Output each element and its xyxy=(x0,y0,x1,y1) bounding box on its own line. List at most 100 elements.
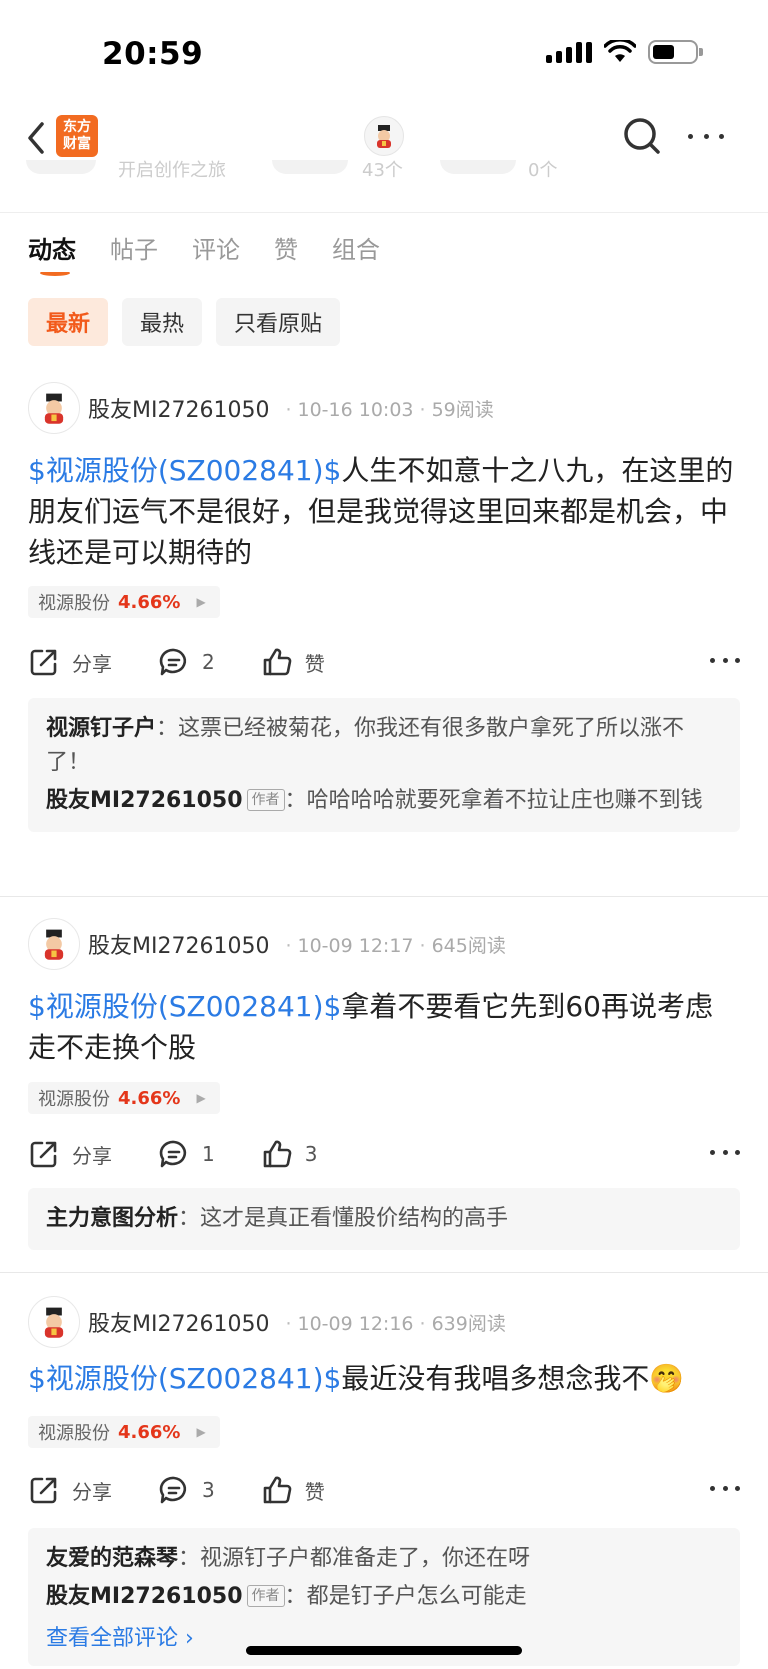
stock-tag-name: 视源股份 xyxy=(38,593,110,614)
stock-tag-name: 视源股份 xyxy=(38,1423,110,1444)
share-button[interactable]: 分享 xyxy=(28,1474,112,1506)
cellular-signal-icon xyxy=(546,41,592,63)
stock-tag-change: 4.66% xyxy=(118,1087,181,1109)
comment-preview[interactable]: 视源钉子户：这票已经被菊花，你我还有很多散户拿死了所以涨不了！ 股友MI2726… xyxy=(28,698,740,832)
post-date: 10-09 12:16 xyxy=(297,1312,414,1335)
filter-hottest[interactable]: 最热 xyxy=(122,298,203,346)
post-text[interactable]: $视源股份(SZ002841)$拿着不要看它先到60再说考虑走不走换个股 xyxy=(28,986,740,1068)
back-icon[interactable] xyxy=(22,118,52,158)
comment-button[interactable]: 2 xyxy=(158,646,215,678)
battery-icon xyxy=(648,40,703,64)
author-avatar[interactable] xyxy=(28,918,80,970)
tab-comments[interactable]: 评论 xyxy=(192,230,240,274)
post-separator xyxy=(0,1272,768,1273)
commenter-name[interactable]: 主力意图分析 xyxy=(46,1206,178,1231)
post-date: 10-16 10:03 xyxy=(297,398,414,421)
post-header: 股友MI27261050 · 10-09 12:16 · 639阅读 xyxy=(28,1296,506,1348)
stock-link[interactable]: $视源股份(SZ002841)$ xyxy=(28,454,341,487)
post-more-icon[interactable] xyxy=(710,1486,740,1491)
tab-likes[interactable]: 赞 xyxy=(274,230,298,274)
post-header: 股友MI27261050 · 10-09 12:17 · 645阅读 xyxy=(28,918,506,970)
stock-tag-name: 视源股份 xyxy=(38,1089,110,1110)
fortune-god-avatar-icon xyxy=(44,1307,64,1338)
comment-item: 主力意图分析：这才是真正看懂股价结构的高手 xyxy=(46,1206,509,1231)
like-button[interactable]: 3 xyxy=(261,1138,317,1170)
fortune-god-avatar-icon xyxy=(377,125,391,148)
share-icon xyxy=(30,1477,57,1504)
read-count: 639阅读 xyxy=(431,1312,506,1335)
more-options-icon[interactable] xyxy=(684,116,728,156)
tab-posts[interactable]: 帖子 xyxy=(110,230,158,274)
post-text[interactable]: $视源股份(SZ002841)$最近没有我唱多想念我不🤭 xyxy=(28,1358,740,1399)
like-button[interactable]: 赞 xyxy=(261,1474,325,1506)
status-icons xyxy=(546,40,703,64)
comment-item: 股友MI27261050 作者 ：都是钉子户怎么可能走 xyxy=(46,1584,527,1609)
comment-icon xyxy=(159,648,187,676)
tab-active-indicator xyxy=(40,270,70,276)
sort-filters: 最新 最热 只看原贴 xyxy=(28,298,341,346)
wifi-icon xyxy=(604,40,636,62)
like-button[interactable]: 赞 xyxy=(261,646,325,678)
author-name[interactable]: 股友MI27261050 xyxy=(88,928,269,960)
post-more-icon[interactable] xyxy=(710,658,740,663)
fortune-god-avatar-icon xyxy=(44,393,64,424)
play-arrow-icon: ▶ xyxy=(196,1425,206,1439)
read-count: 645阅读 xyxy=(431,934,506,957)
author-avatar[interactable] xyxy=(28,1296,80,1348)
post-more-icon[interactable] xyxy=(710,1150,740,1155)
user-avatar[interactable] xyxy=(364,116,404,156)
commenter-name[interactable]: 股友MI27261050 xyxy=(46,788,243,813)
author-name[interactable]: 股友MI27261050 xyxy=(88,1306,269,1338)
stock-quote-tag[interactable]: 视源股份 4.66% ▶ xyxy=(28,1082,220,1114)
commenter-name[interactable]: 视源钉子户 xyxy=(46,716,156,741)
share-icon xyxy=(30,649,57,676)
post-separator xyxy=(0,896,768,897)
tab-portfolio[interactable]: 组合 xyxy=(332,230,380,274)
stock-tag-change: 4.66% xyxy=(118,591,181,613)
stock-link[interactable]: $视源股份(SZ002841)$ xyxy=(28,990,341,1023)
stock-quote-tag[interactable]: 视源股份 4.66% ▶ xyxy=(28,1416,220,1448)
post-card[interactable]: 股友MI27261050 · 10-09 12:16 · 639阅读 $视源股份(SZ… xyxy=(0,1296,768,1669)
stock-quote-tag[interactable]: 视源股份 4.66% ▶ xyxy=(28,586,220,618)
author-name[interactable]: 股友MI27261050 xyxy=(88,392,269,424)
read-count: 59阅读 xyxy=(431,398,494,421)
tab-dynamics[interactable]: 动态 xyxy=(28,230,76,276)
author-badge: 作者 xyxy=(246,1585,285,1607)
share-button[interactable]: 分享 xyxy=(28,1138,112,1170)
comment-button[interactable]: 3 xyxy=(158,1474,215,1506)
comment-item: 股友MI27261050 作者 ：哈哈哈哈就要死拿着不拉让庄也赚不到钱 xyxy=(46,788,703,813)
comment-preview[interactable]: 主力意图分析：这才是真正看懂股价结构的高手 xyxy=(28,1188,740,1250)
filter-original-only[interactable]: 只看原贴 xyxy=(216,298,341,346)
share-icon xyxy=(30,1141,57,1168)
comment-button[interactable]: 1 xyxy=(158,1138,215,1170)
app-logo: 东方 财富 xyxy=(56,115,98,157)
count-text-2: 0个 xyxy=(528,160,558,181)
share-button[interactable]: 分享 xyxy=(28,646,112,678)
commenter-name[interactable]: 友爱的范森琴 xyxy=(46,1546,178,1571)
stock-link[interactable]: $视源股份(SZ002841)$ xyxy=(28,1362,341,1395)
comment-icon xyxy=(159,1140,187,1168)
author-avatar[interactable] xyxy=(28,382,80,434)
play-arrow-icon: ▶ xyxy=(196,1091,206,1105)
comment-item: 视源钉子户：这票已经被菊花，你我还有很多散户拿死了所以涨不了！ xyxy=(46,716,685,775)
author-badge: 作者 xyxy=(246,789,285,811)
status-time: 20:59 xyxy=(102,36,204,72)
post-text[interactable]: $视源股份(SZ002841)$人生不如意十之八九，在这里的朋友们运气不是很好，… xyxy=(28,450,740,573)
thumbs-up-icon xyxy=(263,648,292,676)
post-date: 10-09 12:17 xyxy=(297,934,414,957)
comment-item: 友爱的范森琴：视源钉子户都准备走了，你还在呀 xyxy=(46,1546,531,1571)
post-header: 股友MI27261050 · 10-16 10:03 · 59阅读 xyxy=(28,382,494,434)
post-card[interactable]: 股友MI27261050 · 10-09 12:17 · 645阅读 $视源股份(SZ… xyxy=(0,918,768,1258)
search-icon[interactable] xyxy=(620,114,664,158)
filter-latest[interactable]: 最新 xyxy=(28,298,109,346)
fortune-god-avatar-icon xyxy=(44,929,64,960)
home-indicator[interactable] xyxy=(246,1646,522,1655)
stock-tag-change: 4.66% xyxy=(118,1421,181,1443)
thumbs-up-icon xyxy=(263,1476,292,1504)
divider xyxy=(0,212,768,213)
commenter-name[interactable]: 股友MI27261050 xyxy=(46,1584,243,1609)
post-card[interactable]: 股友MI27261050 · 10-16 10:03 · 59阅读 $视源股份(SZ0… xyxy=(0,382,768,882)
status-bar: 20:59 xyxy=(0,0,768,100)
profile-summary-row: 开启创作之旅 43个 0个 xyxy=(0,160,768,188)
thumbs-up-icon xyxy=(263,1140,292,1168)
